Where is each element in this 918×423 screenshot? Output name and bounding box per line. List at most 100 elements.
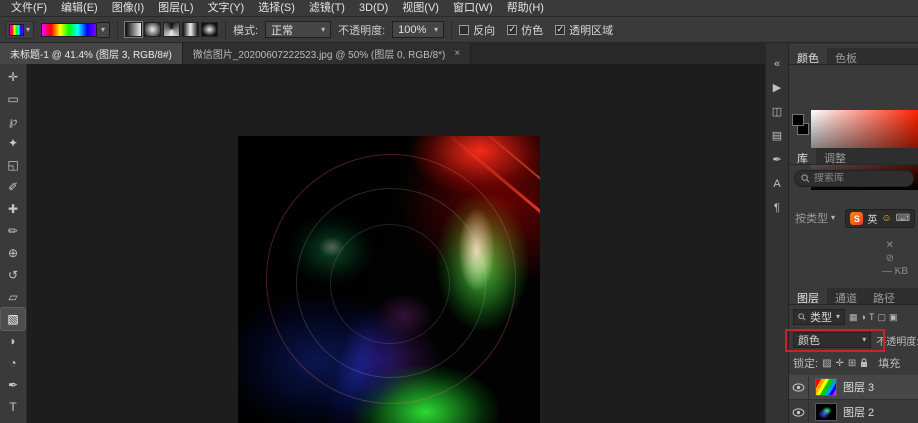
filter-adjustment-layers-icon[interactable]: ◑ bbox=[861, 312, 866, 323]
tool-options-bar: ▾ ▾ 模式: 正常 ▾ 不透明度: 100% ▾ 反向 bbox=[0, 17, 918, 43]
dither-checkbox[interactable]: 仿色 bbox=[507, 22, 543, 38]
menu-window[interactable]: 窗口(W) bbox=[446, 0, 500, 16]
marquee-tool[interactable]: ▭ bbox=[1, 88, 25, 110]
lock-position-icon[interactable]: ⊞ bbox=[848, 358, 856, 369]
angle-gradient-button[interactable] bbox=[163, 22, 180, 37]
layer-3[interactable]: 图层 3 bbox=[789, 375, 918, 400]
paragraph-panel-icon[interactable]: ¶ bbox=[768, 200, 786, 215]
layer-thumbnail[interactable] bbox=[815, 403, 837, 421]
menu-filter[interactable]: 滤镜(T) bbox=[302, 0, 352, 16]
filter-type-layers-icon[interactable]: T bbox=[869, 312, 875, 323]
type-tool[interactable]: T bbox=[1, 396, 25, 418]
ime-lang-icon[interactable]: 英 bbox=[867, 211, 877, 226]
tool-preset-picker[interactable]: ▾ bbox=[5, 21, 34, 39]
tab-adjustments[interactable]: 调整 bbox=[816, 148, 854, 164]
gradient-picker-arrow[interactable]: ▾ bbox=[97, 22, 110, 38]
crop-tool[interactable]: ◱ bbox=[1, 154, 25, 176]
diamond-gradient-button[interactable] bbox=[201, 22, 218, 37]
reverse-checkbox[interactable]: 反向 bbox=[459, 22, 495, 38]
menu-edit[interactable]: 编辑(E) bbox=[54, 0, 105, 16]
opacity-select[interactable]: 100% ▾ bbox=[392, 21, 444, 38]
foreground-color-swatch[interactable] bbox=[792, 114, 804, 126]
character-panel-icon[interactable]: A bbox=[768, 176, 786, 191]
linear-gradient-button[interactable] bbox=[125, 22, 142, 37]
blocked-icon: ⊘ bbox=[886, 253, 894, 264]
ime-keyboard-icon[interactable]: ⌨ bbox=[896, 213, 910, 224]
blend-mode-select[interactable]: 正常 ▾ bbox=[265, 21, 331, 38]
filter-smart-objects-icon[interactable]: ▣ bbox=[889, 312, 898, 323]
clone-stamp-tool[interactable]: ⊕ bbox=[1, 242, 25, 264]
chevron-down-icon: ▾ bbox=[101, 26, 105, 34]
layer-blend-mode-dropdown[interactable]: 颜色 ▾ bbox=[793, 332, 871, 348]
lasso-tool[interactable]: ℘ bbox=[1, 110, 25, 132]
libraries-panel-tabs: 库调整 bbox=[789, 148, 918, 165]
input-method-toolbar: S 英 ☺ ⌨ bbox=[845, 209, 915, 228]
layer-blend-mode-value: 颜色 bbox=[798, 332, 820, 348]
light-ring-decoration bbox=[330, 224, 450, 344]
brush-settings-panel-icon[interactable]: ✒ bbox=[768, 152, 786, 167]
eyedropper-tool[interactable]: ✐ bbox=[1, 176, 25, 198]
eraser-tool[interactable]: ▱ bbox=[1, 286, 25, 308]
tab-layers[interactable]: 图层 bbox=[789, 288, 827, 304]
menu-image[interactable]: 图像(I) bbox=[105, 0, 151, 16]
transparency-checkbox[interactable]: 透明区域 bbox=[555, 22, 613, 38]
expand-panels-icon[interactable]: « bbox=[768, 56, 786, 71]
filter-shape-layers-icon[interactable]: ▢ bbox=[877, 312, 886, 323]
blur-tool[interactable]: ◗ bbox=[1, 330, 25, 352]
chevron-down-icon: ▾ bbox=[836, 313, 840, 321]
reflected-gradient-button[interactable] bbox=[182, 22, 199, 37]
gradient-toggles: 反向 仿色 透明区域 bbox=[459, 22, 613, 38]
gradient-tool[interactable]: ▧ bbox=[1, 308, 25, 330]
tab-swatches[interactable]: 色板 bbox=[827, 48, 865, 64]
layer-2[interactable]: 图层 2 bbox=[789, 400, 918, 423]
sogou-logo-icon[interactable]: S bbox=[850, 212, 863, 225]
canvas-workspace[interactable] bbox=[27, 64, 765, 423]
divider bbox=[451, 21, 452, 39]
radial-gradient-button[interactable] bbox=[144, 22, 161, 37]
tab-paths[interactable]: 路径 bbox=[865, 288, 903, 304]
tab-wechat-image[interactable]: 微信图片_20200607222523.jpg @ 50% (图层 0, RGB… bbox=[183, 43, 471, 64]
history-brush-tool[interactable]: ↺ bbox=[1, 264, 25, 286]
gradient-editor-button[interactable]: ▾ bbox=[41, 22, 110, 38]
history-panel-icon[interactable]: ◫ bbox=[768, 104, 786, 119]
menu-type[interactable]: 文字(Y) bbox=[201, 0, 252, 16]
library-search-input[interactable] bbox=[814, 173, 907, 184]
menu-view[interactable]: 视图(V) bbox=[395, 0, 446, 16]
padlock-icon[interactable] bbox=[860, 358, 868, 368]
collapsed-panels-strip: « ▶ ◫ ▤ ✒ A ¶ bbox=[765, 44, 788, 423]
actions-panel-icon[interactable]: ▶ bbox=[768, 80, 786, 95]
healing-brush-tool[interactable]: ✚ bbox=[1, 198, 25, 220]
menu-layer[interactable]: 图层(L) bbox=[151, 0, 200, 16]
visibility-eye-icon[interactable] bbox=[789, 375, 809, 400]
menu-file[interactable]: 文件(F) bbox=[4, 0, 54, 16]
menu-help[interactable]: 帮助(H) bbox=[500, 0, 551, 16]
gradient-preview-swatch bbox=[41, 23, 97, 37]
brush-tool[interactable]: ✏ bbox=[1, 220, 25, 242]
menu-3d[interactable]: 3D(D) bbox=[352, 0, 395, 16]
magic-wand-tool[interactable]: ✦ bbox=[1, 132, 25, 154]
lock-icons: ▨ ✛ ⊞ bbox=[822, 358, 856, 369]
library-sort-row: 按类型 ▾ S 英 ☺ ⌨ bbox=[795, 210, 915, 226]
sort-by-type-dropdown[interactable]: 按类型 ▾ bbox=[795, 210, 835, 226]
ime-emoji-icon[interactable]: ☺ bbox=[881, 213, 891, 224]
tab-untitled-1[interactable]: 未标题-1 @ 41.4% (图层 3, RGB/8#) bbox=[0, 43, 183, 64]
lock-transparent-pixels-icon[interactable]: ▨ bbox=[822, 358, 831, 369]
lock-image-pixels-icon[interactable]: ✛ bbox=[836, 358, 844, 369]
tab-libraries[interactable]: 库 bbox=[789, 148, 816, 164]
tab-color[interactable]: 颜色 bbox=[789, 48, 827, 64]
document-canvas-image[interactable] bbox=[238, 136, 540, 423]
search-icon bbox=[801, 174, 810, 183]
visibility-eye-icon[interactable] bbox=[789, 400, 809, 423]
layer-lock-row: 锁定: ▨✛⊞ 填充 bbox=[793, 355, 918, 371]
layer-filter-type-dropdown[interactable]: 类型 ▾ bbox=[793, 309, 845, 325]
properties-panel-icon[interactable]: ▤ bbox=[768, 128, 786, 143]
move-tool[interactable]: ✛ bbox=[1, 66, 25, 88]
lock-label: 锁定: bbox=[793, 355, 818, 371]
filter-pixel-layers-icon[interactable]: ▦ bbox=[849, 312, 858, 323]
layer-thumbnail[interactable] bbox=[815, 378, 837, 396]
pen-tool[interactable]: ✒ bbox=[1, 374, 25, 396]
close-icon[interactable]: × bbox=[454, 48, 460, 59]
tab-channels[interactable]: 通道 bbox=[827, 288, 865, 304]
menu-select[interactable]: 选择(S) bbox=[251, 0, 302, 16]
dodge-tool[interactable]: ◔ bbox=[1, 352, 25, 374]
